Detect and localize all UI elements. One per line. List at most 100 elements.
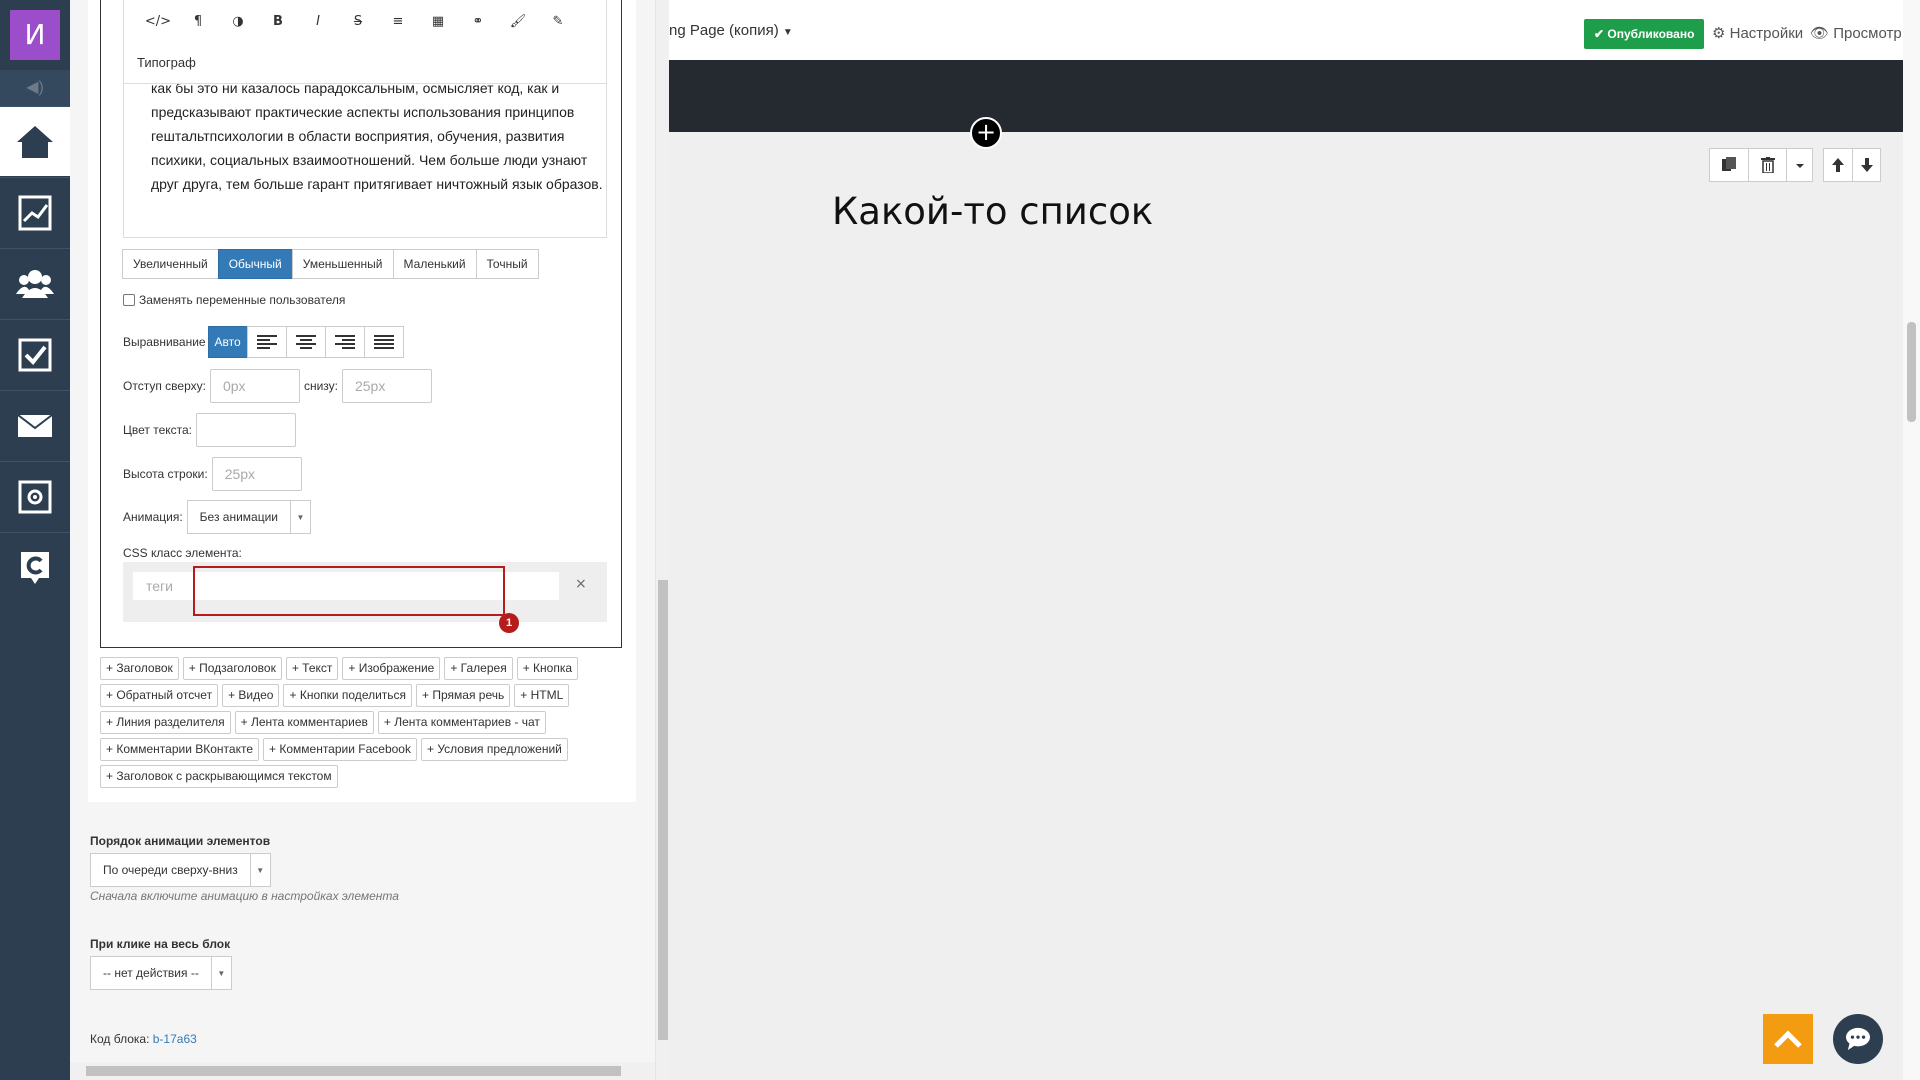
add-quote-button[interactable]: + Прямая речь [416,684,511,707]
align-auto-button[interactable]: Авто [207,326,248,358]
tipograf-button[interactable]: Типограф [137,55,196,70]
margin-bottom-input[interactable]: 25px [341,369,432,403]
arrow-up-icon [1832,158,1844,172]
highlight-box [193,566,505,616]
size-reduced-button[interactable]: Уменьшенный [291,249,394,279]
panel-vertical-scrollbar[interactable] [655,0,669,1080]
preview-scrollbar[interactable] [1903,0,1920,1080]
pencil-icon[interactable]: ✎ [538,12,578,30]
speaker-icon[interactable]: ◀) [0,70,70,106]
add-html-button[interactable]: + HTML [514,684,570,707]
settings-link[interactable]: ⚙ Настройки [1712,24,1803,42]
brush-icon[interactable]: 🖌 [498,12,538,30]
margin-top-input[interactable]: 0px [209,369,300,403]
block-heading[interactable]: Какой-то список [832,190,1153,233]
on-click-select[interactable]: -- нет действия -- ▼ [90,956,232,990]
more-dropdown[interactable] [1786,149,1812,181]
add-share-buttons-button[interactable]: + Кнопки поделиться [283,684,413,707]
mail-icon [17,413,53,437]
add-countdown-button[interactable]: + Обратный отсчет [100,684,219,707]
move-down-button[interactable] [1852,149,1880,181]
caret-down-icon [1795,164,1804,168]
bold-icon[interactable]: B [258,12,298,30]
add-gallery-button[interactable]: + Галерея [444,657,513,680]
add-comments-chat-button[interactable]: + Лента комментариев - чат [377,711,546,734]
add-subheading-button[interactable]: + Подзаголовок [182,657,282,680]
delete-button[interactable] [1748,149,1786,181]
add-button-button[interactable]: + Кнопка [516,657,579,680]
nav-settings[interactable] [0,461,70,531]
move-up-button[interactable] [1824,149,1852,181]
copy-button[interactable] [1710,149,1748,181]
code-icon[interactable]: </> [138,12,178,30]
add-facebook-comments-button[interactable]: + Комментарии Facebook [263,738,417,761]
add-video-button[interactable]: + Видео [222,684,280,707]
add-vk-comments-button[interactable]: + Комментарии ВКонтакте [100,738,260,761]
strikethrough-icon[interactable]: S [338,12,378,30]
published-button[interactable]: ✔ Опубликовано [1584,19,1705,49]
panel-horizontal-scrollbar[interactable] [70,1062,655,1080]
home-icon [17,125,53,158]
scroll-top-button[interactable] [1763,1014,1813,1064]
size-small-button[interactable]: Маленький [392,249,477,279]
paragraph-icon[interactable]: ¶ [178,12,218,30]
app-logo[interactable]: И [10,10,60,60]
nav-tasks[interactable] [0,319,70,389]
replace-vars-checkbox[interactable] [123,294,135,306]
nav-stats[interactable] [0,177,70,247]
add-divider-button[interactable]: + Линия разделителя [100,711,231,734]
chevron-down-icon: ▼ [210,957,231,989]
align-center-button[interactable] [285,326,326,358]
settings-icon [18,480,52,513]
chart-icon [18,195,52,230]
add-block-icon[interactable]: + [970,117,1002,149]
list-icon[interactable]: ≡ [378,12,418,30]
anim-order-hint: Сначала включите анимацию в настройках э… [90,889,399,903]
italic-icon[interactable]: I [298,12,338,30]
nav-crm[interactable] [0,532,70,602]
arrow-down-icon [1860,158,1873,172]
text-color-row: Цвет текста: [123,413,297,447]
block-actions [1709,148,1813,182]
replace-vars-label: Заменять переменные пользователя [139,293,346,307]
size-normal-button[interactable]: Обычный [217,249,293,279]
add-heading-button[interactable]: + Заголовок [100,657,179,680]
step-badge: 1 [499,613,519,633]
crm-icon [21,551,49,584]
block-code: Код блока: b-17a63 [90,1032,197,1046]
chevron-down-icon: ▼ [249,854,270,886]
nav-mail[interactable] [0,390,70,460]
trash-icon [1760,157,1775,173]
text-color-input[interactable] [196,413,297,447]
size-large-button[interactable]: Увеличенный [122,249,219,279]
page-name-dropdown[interactable]: ng Page (копия) ▼ [669,22,793,39]
block-code-value[interactable]: b-17a63 [153,1032,197,1046]
view-link[interactable]: 👁 Просмотр [1810,24,1902,42]
add-text-button[interactable]: + Текст [285,657,339,680]
animation-select[interactable]: Без анимации ▼ [186,500,311,534]
align-left-button[interactable] [246,326,287,358]
nav-users[interactable] [0,248,70,318]
margin-bottom-label: снизу: [303,379,338,393]
page-preview: ng Page (копия) ▼ ✔ Опубликовано ⚙ Настр… [669,0,1920,1080]
add-image-button[interactable]: + Изображение [342,657,441,680]
table-icon[interactable]: ▦ [418,12,458,30]
nav-home[interactable] [0,106,70,176]
clear-tags-icon[interactable]: × [575,576,587,592]
text-content-area[interactable]: как бы это ни казалось парадоксальным, о… [123,84,607,238]
align-justify-button[interactable] [363,326,404,358]
anim-order-select[interactable]: По очереди сверху-вниз ▼ [90,853,271,887]
add-offer-terms-button[interactable]: + Условия предложений [420,738,568,761]
contrast-icon[interactable]: ◑ [218,12,258,30]
add-comments-feed-button[interactable]: + Лента комментариев [234,711,374,734]
preview-topbar: ng Page (копия) ▼ ✔ Опубликовано ⚙ Настр… [669,0,1903,60]
align-right-button[interactable] [324,326,365,358]
link-icon[interactable]: ⚭ [458,12,498,30]
align-right-icon [334,335,355,349]
chat-button[interactable] [1833,1014,1883,1064]
add-expandable-heading-button[interactable]: + Заголовок с раскрывающимся текстом [100,765,338,788]
size-exact-button[interactable]: Точный [475,249,539,279]
line-height-input[interactable]: 25px [211,457,302,491]
line-height-label: Высота строки: [123,467,208,481]
align-center-icon [295,335,316,349]
